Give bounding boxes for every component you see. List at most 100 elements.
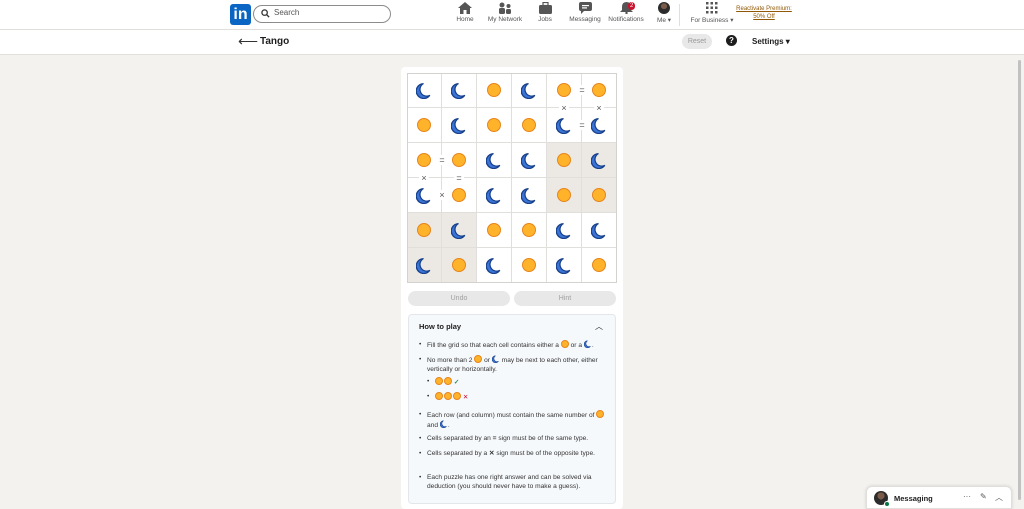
how-to-play-title: How to play (419, 322, 462, 331)
example-invalid: • ✕ (427, 392, 469, 401)
sun-icon (452, 258, 466, 272)
grid-cell[interactable] (477, 178, 512, 213)
moon-icon (590, 222, 608, 244)
undo-button[interactable]: Undo (408, 291, 510, 306)
reset-button[interactable]: Reset (682, 34, 712, 49)
search-input[interactable]: Search (253, 5, 391, 23)
messaging-label: Messaging (894, 494, 933, 503)
nav-notifications[interactable]: 2 Notifications (607, 2, 645, 29)
sun-icon (592, 258, 606, 272)
grid-cell[interactable] (442, 213, 477, 248)
scrollbar[interactable] (1018, 60, 1021, 500)
grid-cell[interactable] (407, 108, 442, 143)
grid-cell[interactable] (442, 178, 477, 213)
sun-icon (487, 223, 501, 237)
avatar (658, 2, 670, 14)
rule-item: • Fill the grid so that each cell contai… (419, 340, 594, 349)
moon-icon (485, 152, 503, 174)
linkedin-logo-icon[interactable]: in (230, 4, 251, 25)
sun-icon (435, 377, 443, 385)
grid-cell[interactable] (477, 213, 512, 248)
messaging-dock[interactable]: Messaging ··· ✎ ︿ (866, 486, 1012, 509)
grid-cell[interactable] (512, 108, 547, 143)
grid-cell[interactable] (582, 108, 617, 143)
messaging-icon (578, 2, 592, 14)
grid-cell[interactable] (582, 178, 617, 213)
hint-button[interactable]: Hint (514, 291, 616, 306)
nav-home[interactable]: Home (453, 2, 477, 29)
grid-cell[interactable] (442, 73, 477, 108)
grid-cell[interactable] (512, 73, 547, 108)
sun-icon (417, 153, 431, 167)
nav-jobs[interactable]: Jobs (535, 2, 555, 29)
moon-icon (555, 222, 573, 244)
grid-cell[interactable] (582, 143, 617, 178)
moon-icon (583, 340, 591, 348)
rule-text: or a (570, 342, 583, 349)
grid-cell[interactable] (407, 73, 442, 108)
grid-cell[interactable] (477, 248, 512, 283)
moon-icon (590, 152, 608, 174)
sun-icon (452, 188, 466, 202)
cross-sign: × (594, 103, 604, 113)
sun-icon (474, 355, 483, 363)
moon-icon (520, 187, 538, 209)
rule-item: • Each puzzle has one right answer and c… (419, 473, 609, 491)
rule-item: • Cells separated by an = sign must be o… (419, 435, 589, 442)
grid-cell[interactable] (582, 248, 617, 283)
moon-icon (555, 257, 573, 279)
grid-cell[interactable] (512, 213, 547, 248)
grid-cell[interactable] (582, 213, 617, 248)
grid-cell[interactable] (477, 73, 512, 108)
grid-cell[interactable] (512, 143, 547, 178)
grid-cell[interactable] (407, 213, 442, 248)
grid-cell[interactable] (547, 178, 582, 213)
cross-sign: × (437, 190, 447, 200)
more-options-icon[interactable]: ··· (963, 492, 971, 501)
back-arrow-icon[interactable]: ⟵ (238, 33, 258, 50)
sun-icon (560, 340, 569, 348)
moon-icon (415, 187, 433, 209)
nav-me[interactable]: Me ▾ (652, 2, 676, 29)
grid-cell[interactable] (547, 248, 582, 283)
rule-text: No more than 2 (427, 357, 473, 364)
network-icon (499, 2, 511, 14)
equals-sign: = (437, 155, 447, 165)
nav-for-business[interactable]: For Business ▾ (689, 2, 735, 29)
grid-apps-icon (706, 2, 718, 14)
sun-icon (596, 410, 605, 418)
moon-icon (485, 187, 503, 209)
rule-item: • No more than 2 or may be next to each … (419, 355, 598, 373)
moon-icon (439, 420, 447, 428)
compose-icon[interactable]: ✎ (980, 492, 987, 501)
moon-icon (520, 82, 538, 104)
grid-cell[interactable] (512, 248, 547, 283)
rule-item: • Each row (and column) must contain the… (419, 410, 609, 430)
grid-cell[interactable] (477, 143, 512, 178)
collapse-chevron-icon[interactable]: ︿ (595, 321, 603, 332)
jobs-icon (538, 2, 552, 14)
moon-icon (450, 117, 468, 139)
moon-icon (491, 355, 499, 363)
grid-cell[interactable] (442, 108, 477, 143)
sun-icon (592, 188, 606, 202)
reactivate-premium-link[interactable]: Reactivate Premium: 50% Off (736, 5, 792, 21)
grid-cell[interactable] (477, 108, 512, 143)
grid-cell[interactable] (512, 178, 547, 213)
rule-text: Cells separated by a (427, 450, 488, 457)
nav-messaging[interactable]: Messaging (568, 2, 602, 29)
nav-my-network[interactable]: My Network (484, 2, 526, 29)
grid-cell[interactable] (442, 248, 477, 283)
nav-label: For Business ▾ (690, 17, 734, 24)
collapse-chevron-icon[interactable]: ︿ (995, 492, 1003, 503)
grid-cell[interactable] (547, 143, 582, 178)
grid-cell[interactable] (407, 248, 442, 283)
check-icon: ✓ (453, 379, 460, 386)
moon-icon (590, 117, 608, 139)
rule-text: Fill the grid so that each cell contains… (427, 342, 559, 349)
rule-text: and (427, 422, 439, 429)
help-icon[interactable]: ? (726, 35, 737, 46)
moon-icon (450, 82, 468, 104)
grid-cell[interactable] (547, 213, 582, 248)
settings-button[interactable]: Settings ▾ (752, 37, 790, 46)
